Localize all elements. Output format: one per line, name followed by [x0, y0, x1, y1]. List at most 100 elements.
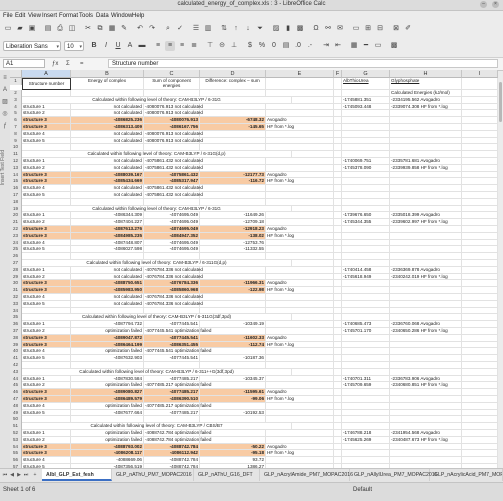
cell-a15[interactable]: structure 3 [22, 178, 71, 186]
cell-h13[interactable]: -2339939.858 HF from *.log [390, 164, 462, 172]
cell-e37[interactable] [266, 328, 334, 335]
cell-g13[interactable]: -1745378.090 [342, 164, 390, 172]
cell-c26[interactable] [144, 253, 200, 260]
cell-d41[interactable]: -10187.36 [200, 355, 266, 362]
cell-g42[interactable] [342, 362, 390, 369]
cell-i48[interactable] [462, 402, 498, 410]
cell-b33[interactable]: not calculated [71, 300, 144, 308]
last-sheet-icon[interactable]: ⏭ [23, 472, 29, 479]
row-header[interactable]: 19 [10, 205, 22, 213]
open-folder-icon[interactable]: ▰ [15, 24, 25, 34]
cell-c31[interactable]: -4085860.968 [144, 287, 200, 294]
cell-e50[interactable] [266, 416, 334, 424]
cell-f2[interactable] [334, 90, 342, 97]
cell-a9[interactable]: structure 5 [22, 137, 71, 145]
cell-h23[interactable] [390, 232, 462, 240]
cell-g25[interactable] [342, 246, 390, 254]
row-header[interactable]: 6 [10, 117, 22, 124]
cell-c38[interactable]: -4077445.541 [144, 334, 200, 342]
cell-b50[interactable] [71, 416, 144, 424]
cell-g7[interactable] [342, 124, 390, 131]
cell-g53[interactable]: -1745625.269 [342, 436, 390, 444]
cell-g48[interactable] [342, 402, 390, 410]
cell-h54[interactable] [390, 443, 462, 451]
cell-e56[interactable] [266, 457, 334, 464]
cell-d9[interactable] [200, 137, 266, 145]
cell-a3[interactable]: Calculated within following level of the… [22, 96, 292, 104]
cell-h45[interactable]: -2340680.851 HF from *.log [390, 382, 462, 390]
cell-a13[interactable]: structure 2 [22, 164, 71, 172]
cell-c44[interactable]: -4077485.217 [144, 375, 200, 383]
cell-i19[interactable] [462, 205, 498, 213]
cell-a26[interactable] [22, 253, 71, 260]
cell-i17[interactable] [462, 192, 498, 199]
cell-g10[interactable] [342, 144, 390, 152]
cell-a1[interactable]: Structure number [22, 78, 71, 90]
cell-e12[interactable] [266, 158, 334, 165]
cell-c28[interactable]: -4076784.336 not calculated [144, 266, 203, 274]
cell-g44[interactable]: -1740701.311 [342, 375, 390, 383]
row-header[interactable]: 15 [10, 178, 22, 186]
cell-d20[interactable]: -11649.26 [200, 212, 266, 220]
menu-data[interactable]: Data [96, 13, 109, 19]
cell-f16[interactable] [334, 185, 342, 192]
sum-icon[interactable]: Σ [66, 59, 70, 69]
highlight-color-icon[interactable]: ▬ [137, 41, 147, 51]
cell-d44[interactable]: -10345.37 [200, 375, 266, 383]
cell-e34[interactable] [266, 307, 334, 315]
cell-g27[interactable] [342, 260, 390, 267]
row-header[interactable]: 2 [10, 90, 22, 97]
row-header[interactable]: 55 [10, 450, 22, 458]
row-icon[interactable]: ☰ [191, 24, 201, 34]
close-icon[interactable]: × [492, 1, 499, 8]
cell-i22[interactable] [462, 226, 498, 233]
row-header[interactable]: 20 [10, 212, 22, 220]
cell-i51[interactable] [462, 423, 498, 430]
row-header[interactable]: 50 [10, 416, 22, 424]
cell-i36[interactable] [462, 321, 498, 328]
cell-f50[interactable] [334, 416, 342, 424]
cell-c34[interactable] [144, 307, 200, 315]
cell-h44[interactable]: -2336783.906 Avogadro [390, 375, 462, 383]
cell-g49[interactable] [342, 409, 390, 417]
borders-icon[interactable]: ▦ [349, 41, 359, 51]
cell-f29[interactable] [334, 273, 342, 281]
cell-f7[interactable] [334, 124, 342, 131]
align-center-icon[interactable]: ≡ [165, 41, 175, 51]
cell-h3[interactable]: -2334195.562 Avogadro [390, 96, 462, 104]
cell-b54[interactable]: -4088793.002 [71, 443, 144, 451]
cell-c24[interactable]: -4074695.049 [144, 239, 200, 247]
print-preview-icon[interactable]: ◫ [67, 24, 77, 34]
cell-a20[interactable]: structure 1 [22, 212, 71, 220]
cell-a7[interactable]: structure 3 [22, 124, 71, 131]
cell-i9[interactable] [462, 137, 498, 145]
cell-e4[interactable] [266, 103, 334, 111]
cell-i13[interactable] [462, 164, 498, 172]
cell-b53[interactable]: optimization failed [71, 436, 144, 444]
cell-i2[interactable] [462, 90, 498, 97]
cell-e28[interactable] [266, 266, 334, 274]
cell-a45[interactable]: structure 2 [22, 382, 71, 390]
cell-a24[interactable]: structure 4 [22, 239, 71, 247]
cell-f14[interactable] [334, 171, 342, 179]
cell-f26[interactable] [334, 253, 342, 260]
cell-i18[interactable] [462, 198, 498, 206]
cell-g17[interactable] [342, 192, 390, 199]
cell-i56[interactable] [462, 457, 498, 464]
cell-i49[interactable] [462, 409, 498, 417]
cell-h7[interactable] [390, 124, 462, 131]
cell-d47[interactable]: -99.06 [200, 396, 266, 403]
cell-a4[interactable]: structure 1 [22, 103, 71, 111]
cell-i7[interactable] [462, 124, 498, 131]
cell-b2[interactable] [71, 90, 144, 97]
cell-a40[interactable]: structure 4 [22, 348, 71, 356]
function-wizard-icon[interactable]: ƒx [52, 59, 58, 69]
cell-d30[interactable]: -11966.31 [200, 280, 266, 288]
cell-f37[interactable] [334, 328, 342, 335]
redo-icon[interactable]: ↷ [147, 24, 157, 34]
cell-f48[interactable] [334, 402, 342, 410]
cell-b17[interactable]: not calculated [71, 192, 144, 199]
cell-c52[interactable]: -4088742.784 optimization failed [144, 430, 211, 437]
formula-input[interactable]: Structure number [108, 59, 498, 68]
cell-h9[interactable] [390, 137, 462, 145]
